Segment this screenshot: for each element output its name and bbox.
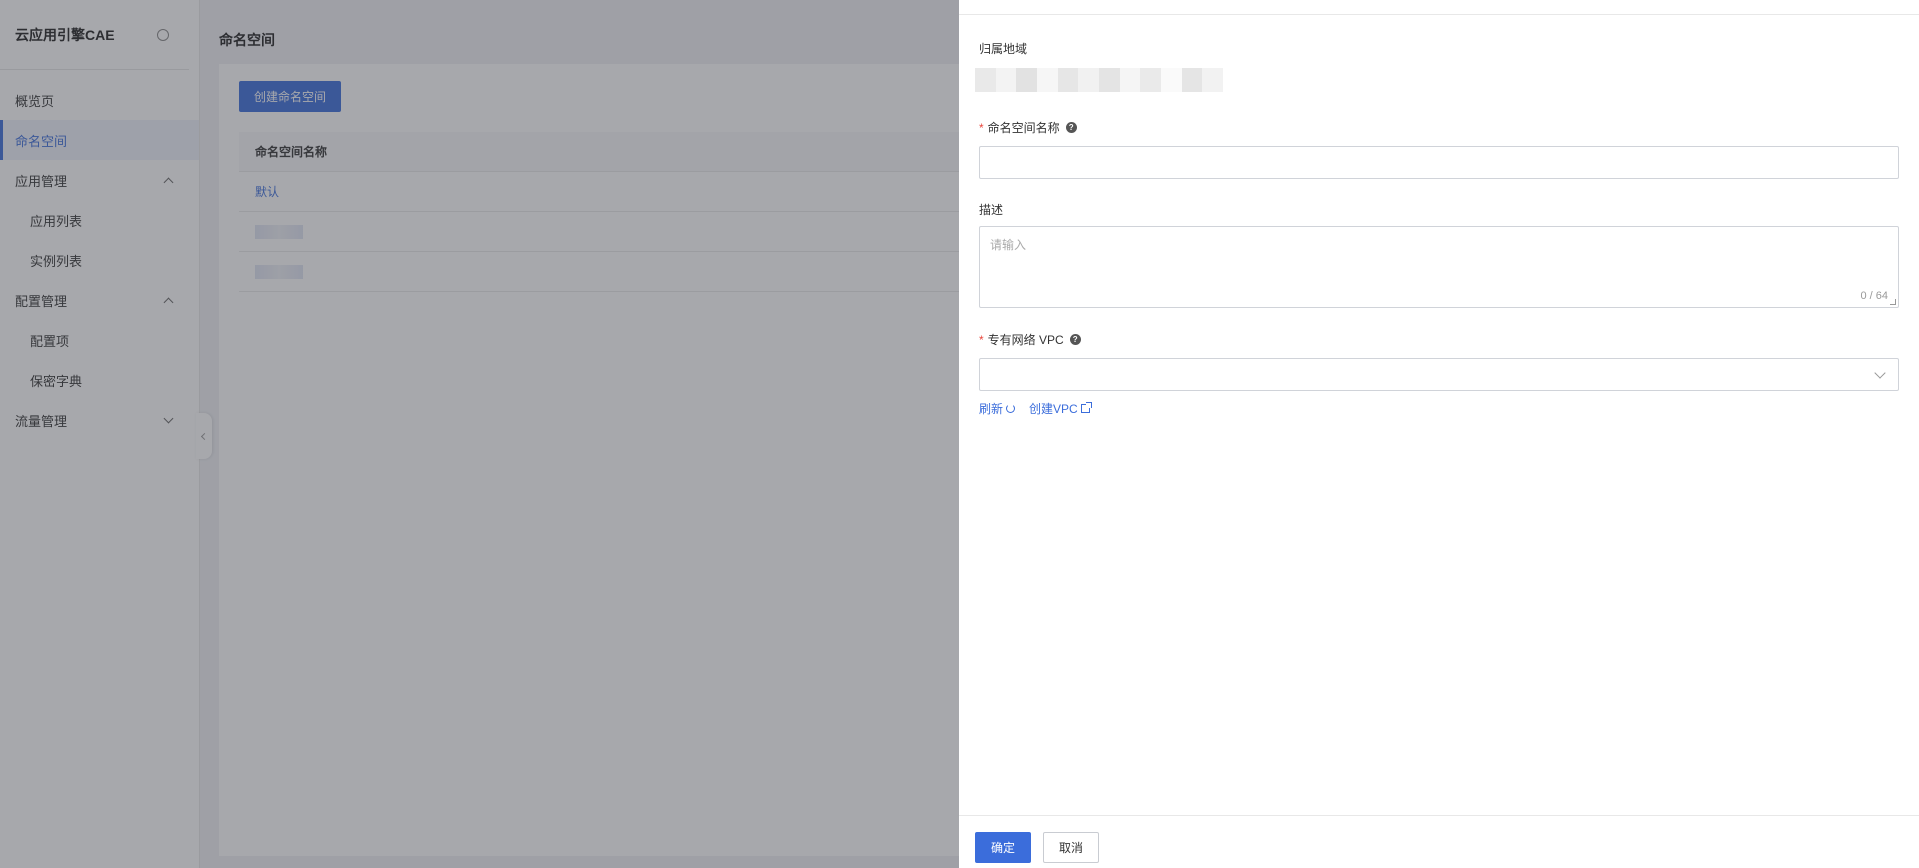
namespace-name-label-text: 命名空间名称	[987, 121, 1060, 135]
drawer-footer: 确定 取消	[959, 815, 1919, 868]
create-namespace-drawer: 归属地域 * 命名空间名称 ? 描述 请输入 0 / 64 * 专有网络 VPC…	[959, 0, 1919, 868]
chevron-down-icon	[1874, 367, 1886, 379]
cancel-button[interactable]: 取消	[1043, 832, 1099, 863]
vpc-label-text: 专有网络 VPC	[987, 333, 1064, 347]
vpc-select[interactable]	[979, 358, 1899, 391]
description-label-text: 描述	[979, 203, 1004, 217]
help-icon[interactable]: ?	[1069, 334, 1081, 345]
confirm-button[interactable]: 确定	[975, 832, 1031, 863]
create-vpc-link-text: 创建VPC	[1029, 402, 1078, 416]
namespace-name-label: * 命名空间名称 ?	[979, 119, 1077, 136]
vpc-label: * 专有网络 VPC ?	[979, 331, 1081, 348]
refresh-link[interactable]: 刷新	[979, 400, 1016, 417]
region-label: 归属地域	[979, 40, 1027, 57]
required-asterisk: *	[979, 120, 984, 135]
help-icon[interactable]: ?	[1065, 122, 1077, 133]
refresh-link-text: 刷新	[979, 402, 1004, 416]
description-textarea[interactable]: 请输入 0 / 64	[979, 226, 1899, 308]
create-vpc-link[interactable]: 创建VPC	[1029, 400, 1092, 417]
required-asterisk: *	[979, 332, 984, 347]
region-value-redacted	[975, 68, 1224, 92]
drawer-header-divider	[959, 14, 1919, 15]
character-counter: 0 / 64	[1860, 290, 1888, 302]
description-placeholder: 请输入	[990, 238, 1027, 252]
vpc-actions: 刷新 创建VPC	[979, 400, 1092, 417]
description-label: 描述	[979, 201, 1003, 218]
external-link-icon	[1080, 402, 1092, 413]
resize-handle[interactable]	[1890, 299, 1896, 305]
namespace-name-input[interactable]	[979, 146, 1899, 179]
region-label-text: 归属地域	[979, 42, 1028, 56]
refresh-icon	[1006, 404, 1016, 413]
